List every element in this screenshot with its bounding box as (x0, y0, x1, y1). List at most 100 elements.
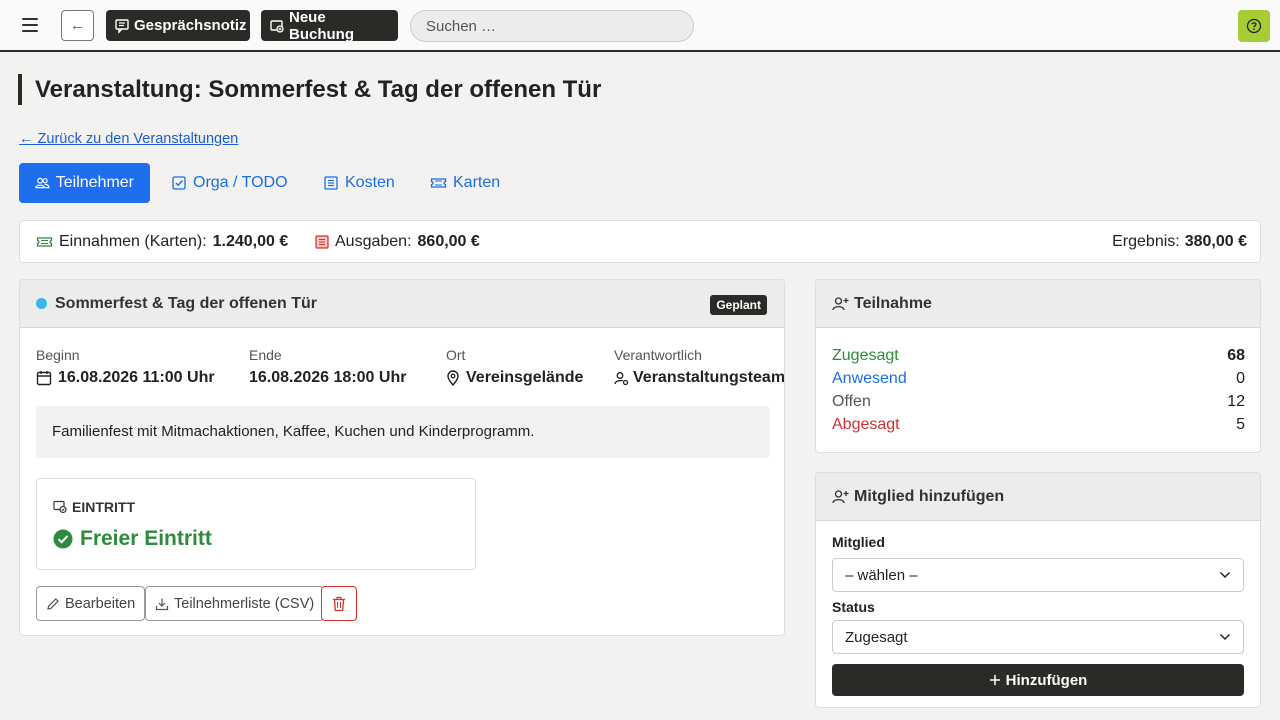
event-location: Ort Vereinsgelände (446, 347, 583, 387)
new-booking-label: Neue Buchung (289, 8, 354, 43)
member-select[interactable]: – wählen – (832, 558, 1244, 592)
event-card: Sommerfest & Tag der offenen Tür Geplant… (19, 279, 785, 636)
location-label: Ort (446, 347, 466, 363)
end-label: Ende (249, 347, 282, 363)
edit-button[interactable]: Bearbeiten (36, 586, 146, 621)
help-button[interactable] (1238, 10, 1270, 42)
tab-teilnehmer[interactable]: Teilnehmer (19, 163, 150, 203)
event-name: Sommerfest & Tag der offenen Tür (55, 294, 317, 312)
note-icon (115, 18, 129, 34)
search-input[interactable] (410, 10, 694, 42)
status-select-value: Zugesagt (845, 628, 908, 646)
tab-kosten[interactable]: Kosten (307, 163, 411, 203)
tab-karten[interactable]: Karten (414, 163, 516, 203)
result-label: Ergebnis: (1112, 233, 1180, 250)
status-select[interactable]: Zugesagt (832, 620, 1244, 654)
tab-label: Karten (453, 174, 501, 191)
event-responsible: Verantwortlich Veranstaltungsteam (614, 347, 785, 387)
user-plus-icon (832, 296, 849, 310)
stat-row-anwesend: Anwesend 0 (832, 370, 1245, 388)
plus-icon (989, 675, 1000, 685)
checkbox-icon (172, 176, 186, 190)
stat-label: Anwesend (832, 370, 907, 387)
event-start: Beginn 16.08.2026 11:00 Uhr (36, 347, 215, 387)
help-icon (1246, 18, 1262, 34)
tab-label: Teilnehmer (55, 174, 134, 191)
stat-label: Offen (832, 393, 871, 410)
add-member-button-label: Hinzufügen (1005, 671, 1088, 689)
participation-title: Teilnahme (854, 294, 932, 312)
stat-value: 0 (1236, 370, 1245, 387)
conversation-note-label: Gesprächsnotiz (134, 17, 247, 34)
calendar-icon (36, 371, 52, 386)
export-csv-label: Teilnehmerliste (CSV) (174, 595, 315, 612)
add-member-button[interactable]: Hinzufügen (832, 664, 1244, 696)
chevron-down-icon (1219, 633, 1231, 641)
ticket-icon (430, 178, 447, 188)
users-icon (35, 177, 50, 189)
member-field-label: Mitglied (832, 534, 885, 550)
new-booking-button[interactable]: Neue Buchung (261, 8, 398, 43)
back-button[interactable]: ← (61, 10, 94, 41)
member-select-value: – wählen – (845, 566, 918, 584)
user-plus-icon (832, 489, 849, 503)
expense-value: 860,00 € (417, 233, 480, 250)
location-pin-icon (447, 370, 459, 386)
receipt-icon (315, 235, 329, 249)
result-summary: Ergebnis: 380,00 € (1112, 233, 1247, 251)
entry-box: EINTRITT Freier Eintritt (36, 478, 476, 570)
event-end: Ende 16.08.2026 18:00 Uhr (249, 347, 406, 387)
pencil-icon (47, 597, 59, 610)
add-member-header: Mitglied hinzufügen (816, 473, 1260, 521)
add-member-card: Mitglied hinzufügen Mitglied – wählen – … (815, 472, 1261, 708)
page-title: Veranstaltung: Sommerfest & Tag der offe… (35, 76, 602, 103)
top-bar: ← Gesprächsnotiz Neue Buchung (0, 0, 1280, 52)
participation-card: Teilnahme Zugesagt 68 Anwesend 0 Offen 1… (815, 279, 1261, 453)
participation-header: Teilnahme (816, 280, 1260, 328)
stat-row-offen: Offen 12 (832, 393, 1245, 411)
menu-icon[interactable] (22, 14, 42, 36)
event-description: Familienfest mit Mitmachaktionen, Kaffee… (36, 406, 770, 458)
end-value: 16.08.2026 18:00 Uhr (249, 369, 407, 386)
stat-label: Abgesagt (832, 416, 900, 433)
conversation-note-button[interactable]: Gesprächsnotiz (106, 10, 250, 41)
ticket-icon (36, 237, 53, 247)
location-value: Vereinsgelände (466, 369, 584, 386)
tab-label: Kosten (345, 174, 395, 191)
stat-value: 68 (1227, 347, 1245, 364)
tab-orga-todo[interactable]: Orga / TODO (155, 163, 304, 203)
entry-value-row: Freier Eintritt (53, 527, 212, 551)
expense-summary: Ausgaben: 860,00 € (315, 233, 480, 251)
status-field-label: Status (832, 599, 875, 615)
trash-icon (333, 596, 345, 611)
responsible-value: Veranstaltungsteam (633, 369, 785, 386)
income-label: Einnahmen (Karten): (59, 233, 207, 250)
download-icon (155, 598, 169, 610)
responsible-label: Verantwortlich (614, 347, 702, 363)
entry-label-row: EINTRITT (53, 499, 135, 515)
result-value: 380,00 € (1184, 233, 1247, 250)
start-value: 16.08.2026 11:00 Uhr (58, 369, 215, 386)
stat-row-abgesagt: Abgesagt 5 (832, 416, 1245, 434)
finance-summary: Einnahmen (Karten): 1.240,00 € Ausgaben:… (19, 220, 1261, 263)
ticket-check-icon (53, 500, 67, 514)
stat-value: 5 (1236, 416, 1245, 433)
status-badge: Geplant (710, 295, 767, 315)
status-dot-icon (36, 298, 47, 309)
event-card-header: Sommerfest & Tag der offenen Tür Geplant (20, 280, 784, 328)
check-circle-icon (53, 529, 73, 549)
edit-label: Bearbeiten (65, 595, 136, 612)
list-icon (324, 176, 338, 190)
user-gear-icon (614, 371, 629, 385)
booking-icon (270, 19, 284, 33)
back-to-events-link[interactable]: ← Zurück zu den Veranstaltungen (19, 131, 238, 147)
export-csv-button[interactable]: Teilnehmerliste (CSV) (145, 586, 325, 621)
income-summary: Einnahmen (Karten): 1.240,00 € (36, 233, 288, 251)
delete-button[interactable] (321, 586, 357, 621)
start-label: Beginn (36, 347, 80, 363)
title-accent-bar (18, 74, 22, 105)
expense-label: Ausgaben: (335, 233, 412, 250)
arrow-left-icon: ← (70, 17, 85, 34)
tab-label: Orga / TODO (193, 174, 288, 191)
stat-value: 12 (1227, 393, 1245, 410)
